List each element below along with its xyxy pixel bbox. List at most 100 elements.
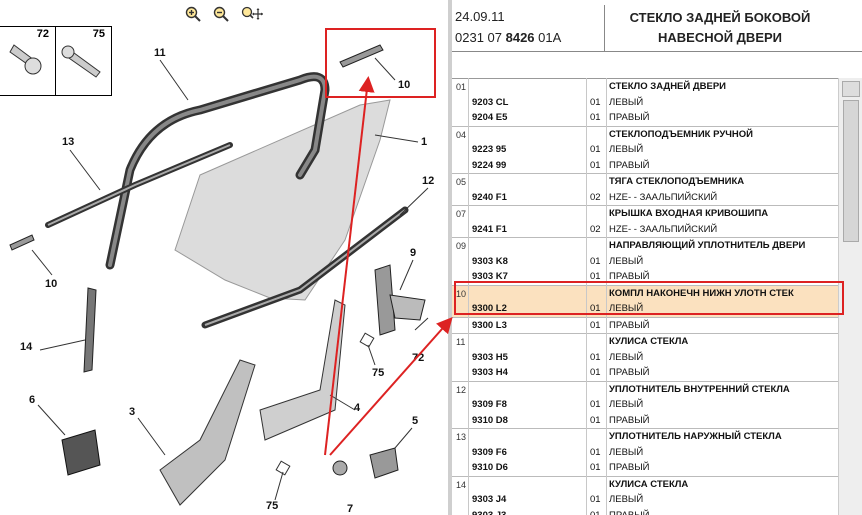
part-reference[interactable]: 9310 D8 bbox=[472, 415, 508, 426]
part-quantity: 01 bbox=[590, 462, 601, 473]
table-row[interactable]: 12 УПЛОТНИТЕЛЬ ВНУТРЕННИЙ СТЕКЛА 9309 F8 01… bbox=[452, 382, 838, 429]
part-description: ТЯГА СТЕКЛОПОДЪЕМНИКА bbox=[609, 176, 745, 187]
table-row[interactable]: 04 СТЕКЛОПОДЪЕМНИК РУЧНОЙ 9223 95 01 ЛЕВЫЙ 92… bbox=[452, 127, 838, 174]
part-label[interactable]: 1 bbox=[421, 136, 427, 148]
part-quantity: 01 bbox=[590, 509, 601, 515]
part-label[interactable]: 7 bbox=[347, 503, 353, 515]
part-label[interactable]: 75 bbox=[266, 500, 278, 512]
end-cap-part bbox=[9, 234, 35, 251]
row-line: КРЫШКА ВХОДНАЯ КРИВОШИПА bbox=[452, 206, 838, 222]
part-reference[interactable]: 9203 CL bbox=[472, 97, 508, 108]
guide-14-part bbox=[83, 287, 97, 373]
table-row[interactable]: 01 СТЕКЛО ЗАДНЕЙ ДВЕРИ 9203 CL 01 ЛЕВЫЙ 9204 … bbox=[452, 79, 838, 127]
part-quantity: 02 bbox=[590, 191, 601, 203]
table-row[interactable]: 9300 L3 01 ПРАВЫЙ bbox=[452, 318, 838, 334]
part-description: ЛЕВЫЙ bbox=[609, 494, 644, 505]
glass-part bbox=[174, 99, 391, 301]
part-description: НАПРАВЛЯЮЩИЙ УПЛОТНИТЕЛЬ ДВЕРИ bbox=[609, 240, 806, 251]
row-line: 9303 J4 01 ЛЕВЫЙ bbox=[452, 492, 838, 508]
row-line: КУЛИСА СТЕКЛА bbox=[452, 334, 838, 350]
zoom-out-icon[interactable] bbox=[213, 6, 229, 22]
pan-zoom-icon[interactable] bbox=[241, 6, 263, 22]
regulator-part bbox=[259, 299, 346, 441]
part-reference[interactable]: 9303 J3 bbox=[472, 510, 506, 515]
part-description: HZE- - ЗААЛЬПИЙСКИЙ bbox=[609, 191, 718, 203]
inset-number-72: 72 bbox=[36, 28, 49, 40]
part-label[interactable]: 14 bbox=[20, 341, 32, 353]
part-description: ПРАВЫЙ bbox=[609, 414, 650, 426]
part-description: ПРАВЫЙ bbox=[609, 367, 650, 378]
row-line: СТЕКЛОПОДЪЕМНИК РУЧНОЙ bbox=[452, 127, 838, 143]
part-reference[interactable]: 9310 D6 bbox=[472, 462, 508, 473]
part-reference[interactable]: 9204 E5 bbox=[472, 112, 507, 123]
part-label[interactable]: 3 bbox=[129, 406, 135, 418]
part-description: ЛЕВЫЙ bbox=[609, 255, 644, 267]
part-quantity: 01 bbox=[590, 399, 601, 410]
part-label[interactable]: 10 bbox=[45, 278, 57, 290]
row-line: 9223 95 01 ЛЕВЫЙ bbox=[452, 142, 838, 158]
part-reference[interactable]: 9303 H5 bbox=[472, 352, 508, 363]
part-description: ЛЕВЫЙ bbox=[609, 351, 644, 363]
callout-highlight-box bbox=[325, 28, 436, 98]
part-label[interactable]: 75 bbox=[372, 367, 384, 379]
part-label[interactable]: 5 bbox=[412, 415, 418, 427]
header-title: СТЕКЛО ЗАДНЕЙ БОКОВОЙ НАВЕСНОЙ ДВЕРИ bbox=[629, 10, 811, 45]
row-line: УПЛОТНИТЕЛЬ НАРУЖНЫЙ СТЕКЛА bbox=[452, 429, 838, 445]
clip-75a bbox=[359, 332, 375, 348]
part-description: ПРАВЫЙ bbox=[609, 112, 650, 123]
scroll-thumb[interactable] bbox=[843, 100, 859, 242]
scroll-up-icon[interactable] bbox=[842, 81, 860, 97]
table-row[interactable]: 09 НАПРАВЛЯЮЩИЙ УПЛОТНИТЕЛЬ ДВЕРИ 9303 K8 0… bbox=[452, 238, 838, 286]
part-label[interactable]: 12 bbox=[422, 175, 434, 187]
part-reference[interactable]: 9303 H4 bbox=[472, 367, 508, 378]
table-row[interactable]: 11 КУЛИСА СТЕКЛА 9303 H5 01 ЛЕВЫЙ 9303 H4 01 ПР… bbox=[452, 334, 838, 382]
table-row[interactable]: 07 КРЫШКА ВХОДНАЯ КРИВОШИПА 9241 F1 02 HZE- … bbox=[452, 206, 838, 238]
row-line: КУЛИСА СТЕКЛА bbox=[452, 477, 838, 493]
part-reference[interactable]: 9241 F1 bbox=[472, 224, 507, 235]
part-description: КУЛИСА СТЕКЛА bbox=[609, 336, 689, 347]
selected-row-highlight-box bbox=[454, 281, 844, 315]
part-reference[interactable]: 9303 J4 bbox=[472, 494, 506, 505]
part-reference[interactable]: 9303 K8 bbox=[472, 256, 508, 267]
table-row[interactable]: 13 УПЛОТНИТЕЛЬ НАРУЖНЫЙ СТЕКЛА 9309 F6 01 ЛЕ… bbox=[452, 429, 838, 477]
part-label[interactable]: 9 bbox=[410, 247, 416, 259]
part-reference[interactable]: 9224 99 bbox=[472, 160, 506, 171]
part-reference[interactable]: 9309 F8 bbox=[472, 399, 507, 410]
part-quantity: 02 bbox=[590, 223, 601, 235]
part-reference[interactable]: 9240 F1 bbox=[472, 192, 507, 203]
part-reference[interactable]: 9223 95 bbox=[472, 144, 506, 155]
row-line: 9310 D6 01 ПРАВЫЙ bbox=[452, 460, 838, 476]
zoom-toolbar bbox=[185, 6, 263, 24]
part-label[interactable]: 11 bbox=[154, 47, 166, 59]
part-quantity: 01 bbox=[590, 112, 601, 123]
part-quantity: 01 bbox=[590, 414, 601, 426]
part-quantity: 01 bbox=[590, 144, 601, 155]
motor-part bbox=[159, 359, 256, 506]
part-description: ЛЕВЫЙ bbox=[609, 446, 644, 458]
diagram-panel: 72 75 11 1 10 13 12 10 9 14 72 75 6 3 4 … bbox=[0, 0, 448, 515]
nut-part bbox=[332, 460, 348, 476]
row-line: 9203 CL 01 ЛЕВЫЙ bbox=[452, 95, 838, 111]
part-reference[interactable]: 9309 F6 bbox=[472, 447, 507, 458]
part-description: ЛЕВЫЙ bbox=[609, 399, 644, 410]
part-description: HZE- - ЗААЛЬПИЙСКИЙ bbox=[609, 223, 718, 235]
inset-box-72: 72 bbox=[0, 26, 56, 96]
part-quantity: 01 bbox=[590, 351, 601, 363]
part-reference[interactable]: 9300 L3 bbox=[472, 320, 507, 331]
parts-list-panel: 24.09.11 0231 07 8426 01A СТЕКЛО ЗАДНЕЙ … bbox=[452, 0, 862, 515]
row-line: 9303 H4 01 ПРАВЫЙ bbox=[452, 365, 838, 381]
inset-box-75: 75 bbox=[55, 26, 112, 96]
zoom-in-icon[interactable] bbox=[185, 6, 201, 22]
part-label[interactable]: 72 bbox=[412, 352, 424, 364]
part-label[interactable]: 4 bbox=[354, 402, 360, 414]
table-row[interactable]: 14 КУЛИСА СТЕКЛА 9303 J4 01 ЛЕВЫЙ 9303 J3 01 ПР… bbox=[452, 477, 838, 515]
table-row[interactable]: 05 ТЯГА СТЕКЛОПОДЪЕМНИКА 9240 F1 02 HZE- - З… bbox=[452, 174, 838, 206]
part-quantity: 01 bbox=[590, 96, 601, 108]
row-line: 9303 J3 01 ПРАВЫЙ bbox=[452, 508, 838, 515]
row-line: 9204 E5 01 ПРАВЫЙ bbox=[452, 110, 838, 126]
part-label[interactable]: 6 bbox=[29, 394, 35, 406]
part-label[interactable]: 13 bbox=[62, 136, 74, 148]
row-line: НАПРАВЛЯЮЩИЙ УПЛОТНИТЕЛЬ ДВЕРИ bbox=[452, 238, 838, 254]
part-label[interactable]: 10 bbox=[398, 79, 410, 91]
row-line: 9303 H5 01 ЛЕВЫЙ bbox=[452, 350, 838, 366]
